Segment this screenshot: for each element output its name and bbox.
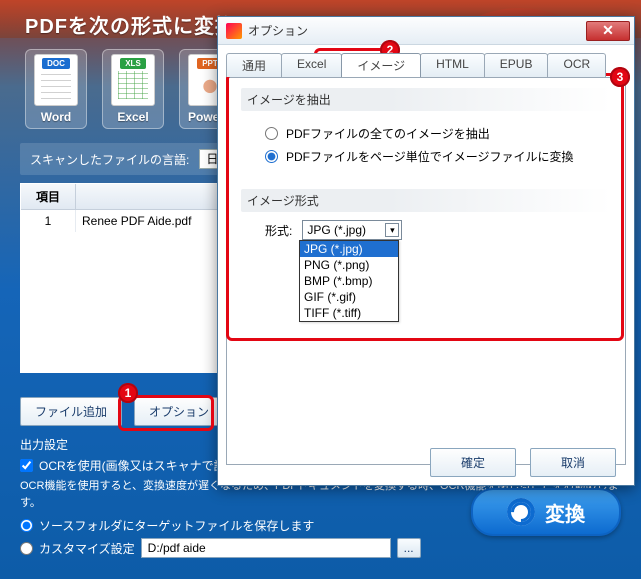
col-item: 項目 [21,184,76,210]
dialog-title: オプション [248,22,586,39]
dialog-footer: 確定 取消 [430,448,616,477]
format-option[interactable]: JPG (*.jpg) [300,241,398,257]
scan-language-label: スキャンしたファイルの言語: [30,151,189,168]
format-option[interactable]: PNG (*.png) [300,257,398,273]
card-word[interactable]: DOC Word [25,49,87,129]
badge-1: 1 [118,383,138,403]
output-custom-label: カスタマイズ設定 [39,540,135,557]
ocr-checkbox[interactable] [20,459,33,472]
tab-ocr[interactable]: OCR [547,53,606,77]
format-label: 形式: [265,222,292,239]
ocr-checkbox-label: OCRを使用(画像又はスキャナで読 [39,457,226,474]
group-format-head: イメージ形式 [241,189,611,212]
format-select[interactable]: JPG (*.jpg) ▾ [302,220,402,240]
dialog-titlebar[interactable]: オプション ✕ [218,17,634,45]
tab-excel[interactable]: Excel [281,53,342,77]
chevron-down-icon: ▾ [385,223,399,237]
options-dialog: オプション ✕ 通用 Excel イメージ HTML EPUB OCR イメージ… [217,16,635,486]
tab-general[interactable]: 通用 [226,53,282,77]
convert-icon [507,498,535,526]
tab-epub[interactable]: EPUB [484,53,549,77]
output-source-radio[interactable] [20,519,33,532]
output-custom-radio[interactable] [20,542,33,555]
tab-html[interactable]: HTML [420,53,485,77]
output-source-label: ソースフォルダにターゲットファイルを保存します [39,517,314,534]
format-option[interactable]: BMP (*.bmp) [300,273,398,289]
group-format: イメージ形式 形式: JPG (*.jpg) ▾ JPG (*.jpg) PNG… [241,189,611,244]
browse-button[interactable]: ... [397,538,421,558]
group-extract: イメージを抽出 PDFファイルの全てのイメージを抽出 PDFファイルをページ単位… [241,88,611,175]
cell-item: 1 [21,210,76,232]
close-icon: ✕ [602,22,614,39]
cancel-button[interactable]: 取消 [530,448,616,477]
app-icon [226,23,242,39]
dialog-body: 通用 Excel イメージ HTML EPUB OCR イメージを抽出 PDFフ… [218,45,634,485]
format-option[interactable]: TIFF (*.tiff) [300,305,398,321]
extract-page-label: PDFファイルをページ単位でイメージファイルに変換 [286,148,574,165]
options-button[interactable]: オプション [134,397,224,426]
output-path-input[interactable] [141,538,391,558]
doc-icon: DOC [34,54,78,106]
group-extract-head: イメージを抽出 [241,88,611,111]
format-value: JPG (*.jpg) [307,223,366,237]
format-option[interactable]: GIF (*.gif) [300,289,398,305]
convert-label: 変換 [545,498,585,527]
tab-strip: 通用 Excel イメージ HTML EPUB OCR [226,53,626,77]
close-button[interactable]: ✕ [586,21,630,41]
extract-all-label: PDFファイルの全てのイメージを抽出 [286,125,490,142]
add-file-button[interactable]: ファイル追加 [20,397,122,426]
card-label: Word [41,110,71,124]
xls-icon: XLS [111,54,155,106]
extract-page-radio[interactable] [265,150,278,163]
card-excel[interactable]: XLS Excel [102,49,164,129]
extract-all-radio[interactable] [265,127,278,140]
ok-button[interactable]: 確定 [430,448,516,477]
format-dropdown-list: JPG (*.jpg) PNG (*.png) BMP (*.bmp) GIF … [299,240,399,322]
convert-button[interactable]: 変換 [471,488,621,536]
card-label: Excel [117,110,148,124]
tab-panel: イメージを抽出 PDFファイルの全てのイメージを抽出 PDFファイルをページ単位… [226,77,626,465]
tab-image[interactable]: イメージ [341,53,421,77]
